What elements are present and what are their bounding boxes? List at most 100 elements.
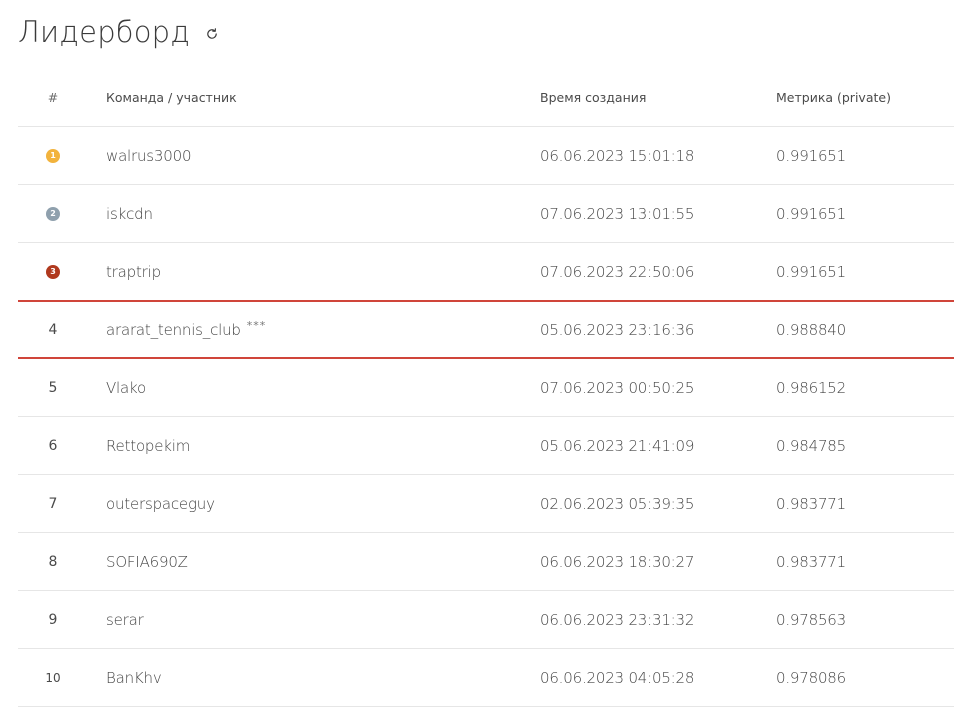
rank-number: 7 [48,495,58,512]
metric-cell: 0.988840 [776,302,846,357]
team-name[interactable]: ararat_tennis_club [106,321,241,339]
metric-cell: 0.991651 [776,185,846,242]
rank-cell: 5 [18,359,88,416]
time-cell: 05.06.2023 21:41:09 [540,417,694,474]
team-name[interactable]: BanKhv [106,669,162,687]
team-name[interactable]: SOFIA690Z [106,553,188,571]
metric-value: 0.978086 [776,668,846,687]
table-row[interactable]: 2 iskcdn 07.06.2023 13:01:55 0.991651 [18,185,954,243]
rank-cell: 8 [18,533,88,590]
medal-icon: 3 [46,264,60,279]
time-cell: 06.06.2023 23:31:32 [540,591,694,648]
team-cell: iskcdn [106,185,153,242]
metric-cell: 0.984785 [776,417,846,474]
table-row[interactable]: 9 serar 06.06.2023 23:31:32 0.978563 [18,591,954,649]
team-cell: BanKhv [106,649,162,706]
metric-cell: 0.978086 [776,649,846,706]
time-cell: 06.06.2023 15:01:18 [540,127,694,184]
submission-time: 05.06.2023 21:41:09 [540,436,695,455]
rank-cell: 4 [18,302,88,357]
submission-time: 05.06.2023 23:16:36 [540,320,695,339]
rank-number: 8 [48,553,58,570]
submission-time: 06.06.2023 15:01:18 [540,146,695,165]
header-rank[interactable]: # [18,68,88,126]
metric-value: 0.978563 [776,610,846,629]
table-row[interactable]: 3 traptrip 07.06.2023 22:50:06 0.991651 [18,243,954,301]
time-cell: 07.06.2023 22:50:06 [540,243,694,300]
team-cell: outerspaceguy [106,475,215,532]
team-name[interactable]: traptrip [106,263,161,281]
metric-value: 0.984785 [776,436,846,455]
table-row[interactable]: 5 Vlako 07.06.2023 00:50:25 0.986152 [18,359,954,417]
rank-cell: 3 [18,243,88,300]
table-row[interactable]: 1 walrus3000 06.06.2023 15:01:18 0.991651 [18,127,954,185]
table-row[interactable]: 7 outerspaceguy 02.06.2023 05:39:35 0.98377… [18,475,954,533]
submission-time: 06.06.2023 04:05:28 [540,668,695,687]
team-name[interactable]: outerspaceguy [106,495,215,513]
leaderboard-table: # Команда / участник Время создания Метр… [18,68,954,707]
time-cell: 05.06.2023 23:16:36 [540,302,694,357]
team-cell: walrus3000 [106,127,191,184]
team-cell: Vlako [106,359,146,416]
time-cell: 07.06.2023 13:01:55 [540,185,694,242]
submission-time: 07.06.2023 00:50:25 [540,378,695,397]
rank-cell: 7 [18,475,88,532]
metric-cell: 0.983771 [776,533,846,590]
metric-value: 0.983771 [776,552,846,571]
metric-cell: 0.986152 [776,359,846,416]
time-cell: 02.06.2023 05:39:35 [540,475,694,532]
medal-icon: 2 [46,206,60,221]
refresh-icon[interactable] [204,26,220,42]
team-cell: serar [106,591,144,648]
rank-number: 6 [48,437,58,454]
rank-number: 5 [48,379,58,396]
time-cell: 06.06.2023 18:30:27 [540,533,694,590]
metric-value: 0.983771 [776,494,846,513]
header-team[interactable]: Команда / участник [106,68,237,126]
more-icon[interactable]: *** [247,319,267,332]
table-row-current-user[interactable]: 4 ararat_tennis_club *** 05.06.2023 23:16:3… [18,300,954,359]
team-name[interactable]: walrus3000 [106,147,191,165]
team-name[interactable]: Rettopekim [106,437,190,455]
medal-icon: 1 [46,148,60,163]
metric-value: 0.986152 [776,378,846,397]
submission-time: 02.06.2023 05:39:35 [540,494,695,513]
rank-number: 10 [45,670,61,685]
metric-cell: 0.978563 [776,591,846,648]
header-time[interactable]: Время создания [540,68,646,126]
submission-time: 06.06.2023 23:31:32 [540,610,695,629]
team-cell: ararat_tennis_club *** [106,302,266,357]
submission-time: 07.06.2023 22:50:06 [540,262,695,281]
table-row[interactable]: 10 BanKhv 06.06.2023 04:05:28 0.978086 [18,649,954,707]
metric-cell: 0.991651 [776,243,846,300]
header-metric[interactable]: Метрика (private) [776,68,891,126]
submission-time: 07.06.2023 13:01:55 [540,204,695,223]
rank-cell: 9 [18,591,88,648]
team-cell: Rettopekim [106,417,190,474]
rank-number: 4 [48,321,58,338]
table-row[interactable]: 6 Rettopekim 05.06.2023 21:41:09 0.984785 [18,417,954,475]
team-cell: traptrip [106,243,161,300]
rank-number: 9 [48,611,58,628]
rank-cell: 6 [18,417,88,474]
time-cell: 06.06.2023 04:05:28 [540,649,694,706]
rank-cell: 1 [18,127,88,184]
team-name[interactable]: serar [106,611,144,629]
metric-value: 0.991651 [776,262,846,281]
metric-value: 0.991651 [776,204,846,223]
metric-value: 0.991651 [776,146,846,165]
rank-cell: 2 [18,185,88,242]
metric-value: 0.988840 [776,320,846,339]
table-row[interactable]: 8 SOFIA690Z 06.06.2023 18:30:27 0.983771 [18,533,954,591]
team-cell: SOFIA690Z [106,533,188,590]
rank-cell: 10 [18,649,88,706]
page-header: Лидерборд [18,10,220,54]
page-title: Лидерборд [18,15,191,49]
team-name[interactable]: iskcdn [106,205,153,223]
submission-time: 06.06.2023 18:30:27 [540,552,695,571]
table-body: 1 walrus3000 06.06.2023 15:01:18 0.991651 2 i… [18,127,954,707]
metric-cell: 0.983771 [776,475,846,532]
table-header-row: # Команда / участник Время создания Метр… [18,68,954,127]
time-cell: 07.06.2023 00:50:25 [540,359,694,416]
team-name[interactable]: Vlako [106,379,146,397]
